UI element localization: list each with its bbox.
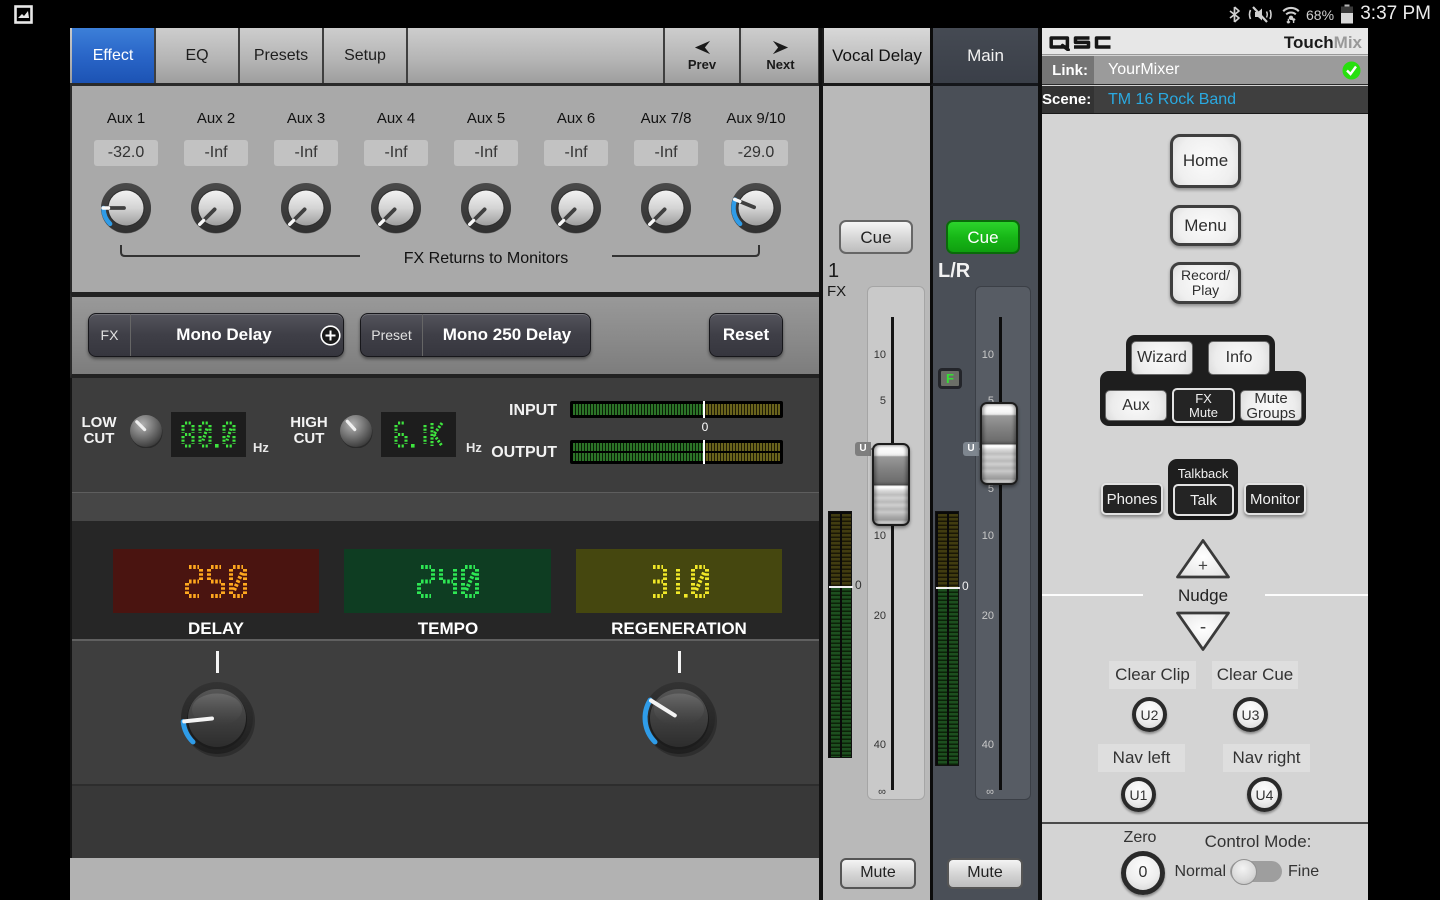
svg-text:+: +	[1198, 556, 1208, 575]
svg-text:-: -	[1200, 617, 1206, 638]
